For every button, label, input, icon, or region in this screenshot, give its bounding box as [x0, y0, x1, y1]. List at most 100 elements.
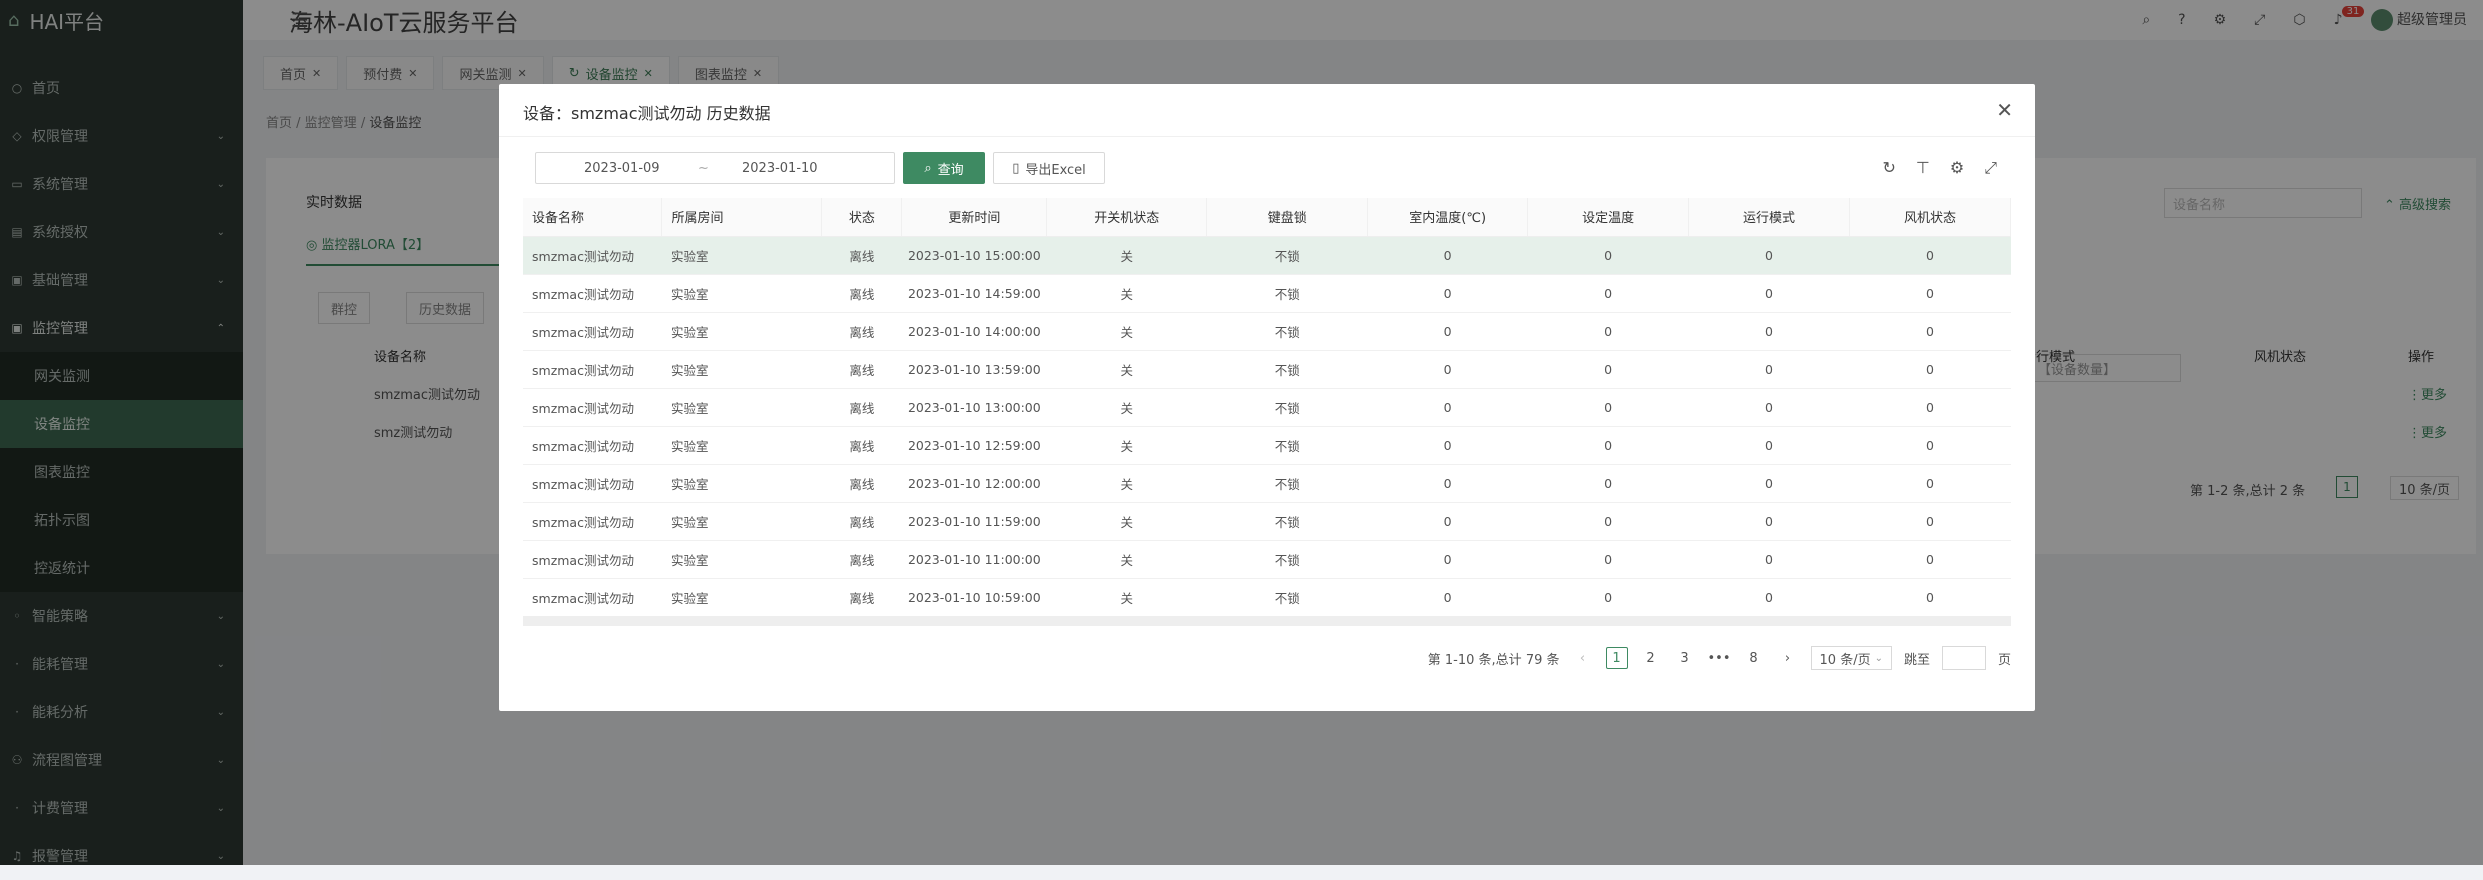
query-button[interactable]: ⌕ 查询: [903, 152, 985, 184]
pagination: 第 1-10 条,总计 79 条 ‹ 1 2 3 ••• 8 › 10 条/页 ⌄…: [1428, 646, 2011, 670]
export-excel-button[interactable]: ▯ 导出Excel: [993, 152, 1105, 184]
table-cell: 0: [1849, 274, 2011, 313]
table-row[interactable]: smzmac测试勿动 实验室 离线 2023-01-10 13:59:00 关不锁 0 0 0…: [523, 350, 2011, 389]
col-power: 开关机状态: [1046, 198, 1208, 237]
table-cell: 关: [1046, 388, 1207, 427]
table-cell: 离线: [821, 236, 902, 275]
table-cell: 离线: [821, 578, 902, 617]
table-cell: 0: [1688, 350, 1850, 389]
table-cell: 关: [1046, 312, 1207, 351]
table-tools: ↻ ⊤ ⚙ ⤢: [1883, 158, 1998, 178]
horizontal-scrollbar[interactable]: [523, 616, 2011, 626]
table-cell: 不锁: [1206, 388, 1368, 427]
table-cell: 关: [1046, 464, 1207, 503]
refresh-icon[interactable]: ↻: [1883, 158, 1896, 178]
table-cell: 不锁: [1206, 578, 1368, 617]
col-room-temp: 室内温度(℃): [1367, 198, 1529, 237]
table-cell: smzmac测试勿动: [523, 388, 662, 427]
table-cell: 0: [1849, 236, 2011, 275]
table-cell: 实验室: [661, 236, 822, 275]
table-cell: 0: [1849, 464, 2011, 503]
page-size-select[interactable]: 10 条/页 ⌄: [1810, 646, 1892, 670]
table-cell: 0: [1849, 540, 2011, 579]
table-row[interactable]: smzmac测试勿动 实验室 离线 2023-01-10 10:59:00 关不锁 0 0 0…: [523, 578, 2011, 617]
table-cell: smzmac测试勿动: [523, 502, 662, 541]
table-row[interactable]: smzmac测试勿动 实验室 离线 2023-01-10 14:00:00 关不锁 0 0 0…: [523, 312, 2011, 351]
table-cell: 0: [1688, 540, 1850, 579]
table-row[interactable]: smzmac测试勿动 实验室 离线 2023-01-10 14:59:00 关不锁 0 0 0…: [523, 274, 2011, 313]
table-cell: 实验室: [661, 464, 822, 503]
table-cell: 不锁: [1206, 236, 1368, 275]
table-row[interactable]: smzmac测试勿动 实验室 离线 2023-01-10 11:00:00 关不锁 0 0 0…: [523, 540, 2011, 579]
history-modal: 设备：smzmac测试勿动 历史数据 ✕ 2023-01-09 ~ 2023-0…: [499, 84, 2035, 711]
table-row[interactable]: smzmac测试勿动 实验室 离线 2023-01-10 15:00:00 关不锁 0 0 0…: [523, 236, 2011, 275]
settings-icon[interactable]: ⚙: [1950, 158, 1964, 178]
table-row[interactable]: smzmac测试勿动 实验室 离线 2023-01-10 13:00:00 关不锁 0 0 0…: [523, 388, 2011, 427]
col-update-time: 更新时间: [901, 198, 1048, 237]
table-cell: 0: [1688, 464, 1850, 503]
table-cell: 0: [1527, 464, 1689, 503]
fullscreen-icon[interactable]: ⤢: [1984, 158, 1997, 178]
table-cell: 0: [1367, 540, 1528, 579]
table-cell: 实验室: [661, 502, 822, 541]
prev-page-icon[interactable]: ‹: [1572, 647, 1594, 669]
table-cell: smzmac测试勿动: [523, 540, 662, 579]
table-cell: 离线: [821, 312, 902, 351]
table-cell: 0: [1527, 274, 1689, 313]
date-start[interactable]: 2023-01-09: [584, 161, 660, 176]
date-end[interactable]: 2023-01-10: [742, 161, 818, 176]
table-cell: 0: [1688, 426, 1850, 465]
next-page-icon[interactable]: ›: [1777, 647, 1799, 669]
table-cell: 0: [1527, 578, 1689, 617]
table-cell: 不锁: [1206, 540, 1368, 579]
column-height-icon[interactable]: ⊤: [1916, 158, 1930, 178]
table-cell: smzmac测试勿动: [523, 578, 662, 617]
table-cell: 2023-01-10 11:59:00: [901, 502, 1047, 541]
table-cell: 离线: [821, 502, 902, 541]
table-cell: 不锁: [1206, 502, 1368, 541]
col-device-name: 设备名称: [523, 198, 663, 237]
table-cell: 关: [1046, 236, 1207, 275]
table-cell: 2023-01-10 12:00:00: [901, 464, 1047, 503]
table-row[interactable]: smzmac测试勿动 实验室 离线 2023-01-10 11:59:00 关不锁 0 0 0…: [523, 502, 2011, 541]
table-cell: 0: [1367, 464, 1528, 503]
table-cell: 2023-01-10 15:00:00: [901, 236, 1047, 275]
table-cell: 0: [1688, 236, 1850, 275]
table-cell: 2023-01-10 14:59:00: [901, 274, 1047, 313]
history-table-body: smzmac测试勿动 实验室 离线 2023-01-10 15:00:00 关不锁 0 0 0…: [523, 236, 2011, 617]
table-cell: 0: [1527, 312, 1689, 351]
table-cell: smzmac测试勿动: [523, 274, 662, 313]
table-cell: smzmac测试勿动: [523, 426, 662, 465]
table-cell: 0: [1688, 312, 1850, 351]
jump-label: 跳至: [1903, 652, 1930, 668]
table-cell: 0: [1367, 502, 1528, 541]
table-cell: 0: [1688, 388, 1850, 427]
table-cell: 0: [1527, 540, 1689, 579]
table-cell: 离线: [821, 426, 902, 465]
table-cell: 0: [1367, 578, 1528, 617]
page-ellipsis[interactable]: •••: [1708, 647, 1731, 669]
chevron-down-icon: ⌄: [1874, 652, 1883, 664]
table-cell: 2023-01-10 13:59:00: [901, 350, 1047, 389]
page-2[interactable]: 2: [1640, 647, 1662, 669]
page-3[interactable]: 3: [1674, 647, 1696, 669]
table-cell: 0: [1367, 312, 1528, 351]
table-cell: 实验室: [661, 388, 822, 427]
table-cell: smzmac测试勿动: [523, 236, 662, 275]
table-cell: 关: [1046, 502, 1207, 541]
table-cell: 实验室: [661, 540, 822, 579]
table-row[interactable]: smzmac测试勿动 实验室 离线 2023-01-10 12:00:00 关不锁 0 0 0…: [523, 464, 2011, 503]
table-cell: 不锁: [1206, 312, 1368, 351]
table-cell: 0: [1688, 502, 1850, 541]
table-row[interactable]: smzmac测试勿动 实验室 离线 2023-01-10 12:59:00 关不锁 0 0 0…: [523, 426, 2011, 465]
close-icon[interactable]: ✕: [1996, 98, 2013, 122]
table-cell: 0: [1849, 312, 2011, 351]
page-1[interactable]: 1: [1605, 647, 1628, 669]
table-cell: 离线: [821, 388, 902, 427]
jump-page-input[interactable]: [1941, 646, 1986, 670]
table-cell: 0: [1527, 350, 1689, 389]
table-cell: 0: [1688, 578, 1850, 617]
date-range-picker[interactable]: 2023-01-09 ~ 2023-01-10: [535, 152, 895, 184]
page-8[interactable]: 8: [1743, 647, 1765, 669]
table-cell: 实验室: [661, 578, 822, 617]
